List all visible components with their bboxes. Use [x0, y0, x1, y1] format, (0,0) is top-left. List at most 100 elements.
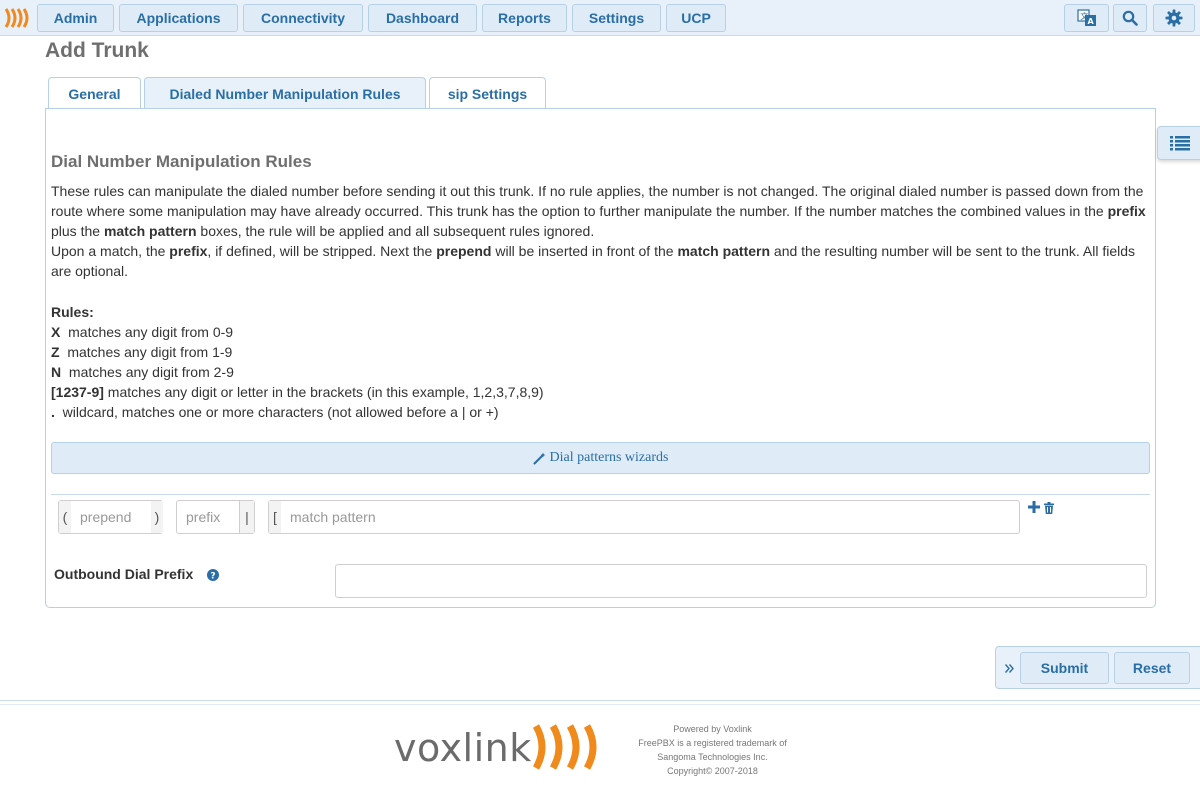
footer-trademark: FreePBX is a registered trademark of	[638, 738, 787, 748]
footer-text: Powered by Voxlink FreePBX is a register…	[620, 722, 805, 778]
nav-applications[interactable]: Applications	[119, 4, 238, 32]
desc-text: These rules can manipulate the dialed nu…	[51, 183, 1144, 219]
search-button[interactable]	[1113, 4, 1147, 32]
reset-label: Reset	[1132, 660, 1172, 676]
prepend-input[interactable]	[71, 501, 151, 533]
rule-item: N matches any digit from 2-9	[51, 362, 1151, 382]
desc-bold-prefix: prefix	[1107, 203, 1146, 219]
language-icon: 文 A	[1076, 9, 1096, 26]
outbound-dial-prefix-label: Outbound Dial Prefix	[54, 566, 194, 582]
gear-icon	[1165, 9, 1183, 27]
rule-text: wildcard, matches one or more characters…	[54, 404, 499, 420]
rule-item: . wildcard, matches one or more characte…	[51, 402, 1151, 422]
desc-text: will be inserted in front of the	[491, 243, 678, 259]
double-chevron-right-icon	[1004, 663, 1014, 673]
footer-divider	[0, 704, 1200, 705]
prefix-pipe: |	[239, 501, 254, 533]
desc-text: , if defined, will be stripped. Next the	[207, 243, 437, 259]
footer-powered-by: Powered by Voxlink	[673, 724, 752, 734]
top-navbar: Admin Applications Connectivity Dashboar…	[0, 0, 1200, 36]
tab-dialed-number-manipulation-rules[interactable]: Dialed Number Manipulation Rules	[144, 77, 426, 109]
tab-dialed-number-manipulation-rules-label: Dialed Number Manipulation Rules	[169, 85, 401, 102]
action-bar-toggle[interactable]	[1002, 659, 1016, 677]
voxlink-logo-icon[interactable]	[533, 722, 607, 772]
rule-key: X	[51, 324, 61, 340]
description-paragraph-1: These rules can manipulate the dialed nu…	[51, 181, 1151, 241]
action-bar: Submit Reset	[995, 646, 1200, 689]
desc-bold-prepend: prepend	[436, 243, 492, 259]
magic-wand-icon	[533, 452, 546, 464]
side-menu-toggle[interactable]	[1157, 126, 1200, 160]
nav-settings-label: Settings	[588, 10, 645, 26]
nav-dashboard[interactable]: Dashboard	[368, 4, 477, 32]
desc-text: plus the	[51, 223, 104, 239]
desc-bold-match-pattern: match pattern	[677, 243, 771, 259]
submit-label: Submit	[1040, 660, 1089, 676]
match-pattern-group: [	[268, 500, 1020, 534]
svg-text:?: ?	[210, 572, 215, 582]
rule-item: Z matches any digit from 1-9	[51, 342, 1151, 362]
rule-key: N	[51, 364, 62, 380]
outbound-dial-prefix-input[interactable]	[335, 564, 1147, 598]
rules-heading-text: Rules:	[51, 304, 94, 320]
rule-item: [1237-9] matches any digit or letter in …	[51, 382, 1151, 402]
rule-text: matches any digit from 1-9	[59, 344, 233, 360]
divider	[51, 494, 1150, 495]
page-title: Add Trunk	[45, 39, 149, 62]
settings-button[interactable]	[1153, 4, 1195, 32]
prepend-open-paren: (	[59, 501, 71, 533]
footer-brand-name: voxlink	[394, 726, 532, 770]
nav-reports-label: Reports	[498, 10, 551, 26]
tab-general-label: General	[68, 85, 121, 102]
rules-heading: Rules:	[51, 302, 1151, 322]
desc-bold-prefix: prefix	[169, 243, 208, 259]
rule-key: [1237-9]	[51, 384, 104, 400]
nav-admin[interactable]: Admin	[37, 4, 114, 32]
prepend-close-paren: )	[151, 501, 163, 533]
description-paragraph-2: Upon a match, the prefix, if defined, wi…	[51, 241, 1151, 281]
prepend-group: ( )	[58, 500, 163, 534]
rule-text: matches any digit from 0-9	[60, 324, 234, 340]
rule-item: X matches any digit from 0-9	[51, 322, 1151, 342]
search-icon	[1122, 10, 1138, 26]
tab-general[interactable]: General	[48, 77, 141, 109]
footer-divider	[0, 700, 1200, 701]
rules-list: Rules: X matches any digit from 0-9 Z ma…	[51, 302, 1151, 422]
nav-connectivity[interactable]: Connectivity	[243, 4, 363, 32]
tab-sip-settings[interactable]: sip Settings	[429, 77, 546, 109]
dial-patterns-wizard-label: Dial patterns wizards	[549, 450, 669, 465]
nav-connectivity-label: Connectivity	[260, 10, 345, 26]
desc-bold-match-pattern: match pattern	[103, 223, 197, 239]
description: These rules can manipulate the dialed nu…	[51, 181, 1151, 281]
rule-text: matches any digit from 2-9	[61, 364, 234, 380]
tab-sip-settings-label: sip Settings	[447, 85, 528, 102]
submit-button[interactable]: Submit	[1020, 652, 1109, 684]
rule-text: matches any digit or letter in the brack…	[103, 384, 544, 400]
footer-copyright: Copyright© 2007-2018	[667, 766, 758, 776]
help-circle-icon[interactable]: ?	[207, 569, 219, 581]
footer-company: Sangoma Technologies Inc.	[657, 752, 768, 762]
nav-dashboard-label: Dashboard	[385, 10, 460, 26]
dial-patterns-wizard-button[interactable]: Dial patterns wizards	[51, 442, 1150, 474]
voxlink-logo-icon[interactable]	[4, 6, 32, 30]
section-heading: Dial Number Manipulation Rules	[51, 152, 312, 171]
nav-applications-label: Applications	[136, 10, 221, 26]
match-pattern-input[interactable]	[281, 501, 1019, 533]
nav-admin-label: Admin	[53, 10, 98, 26]
nav-ucp-label: UCP	[681, 10, 711, 26]
rule-key: Z	[51, 344, 60, 360]
desc-text: Upon a match, the	[51, 243, 170, 259]
trash-icon[interactable]	[1044, 502, 1054, 514]
nav-settings[interactable]: Settings	[572, 4, 661, 32]
nav-ucp[interactable]: UCP	[666, 4, 726, 32]
prefix-input[interactable]	[177, 501, 239, 533]
svg-text:A: A	[1087, 17, 1094, 26]
nav-reports[interactable]: Reports	[482, 4, 567, 32]
list-icon	[1170, 136, 1190, 151]
reset-button[interactable]: Reset	[1114, 652, 1190, 684]
prefix-group: |	[176, 500, 255, 534]
language-button[interactable]: 文 A	[1064, 4, 1109, 32]
match-pattern-open-bracket: [	[269, 501, 281, 533]
plus-icon[interactable]	[1028, 501, 1040, 513]
desc-text: boxes, the rule will be applied and all …	[196, 223, 595, 239]
